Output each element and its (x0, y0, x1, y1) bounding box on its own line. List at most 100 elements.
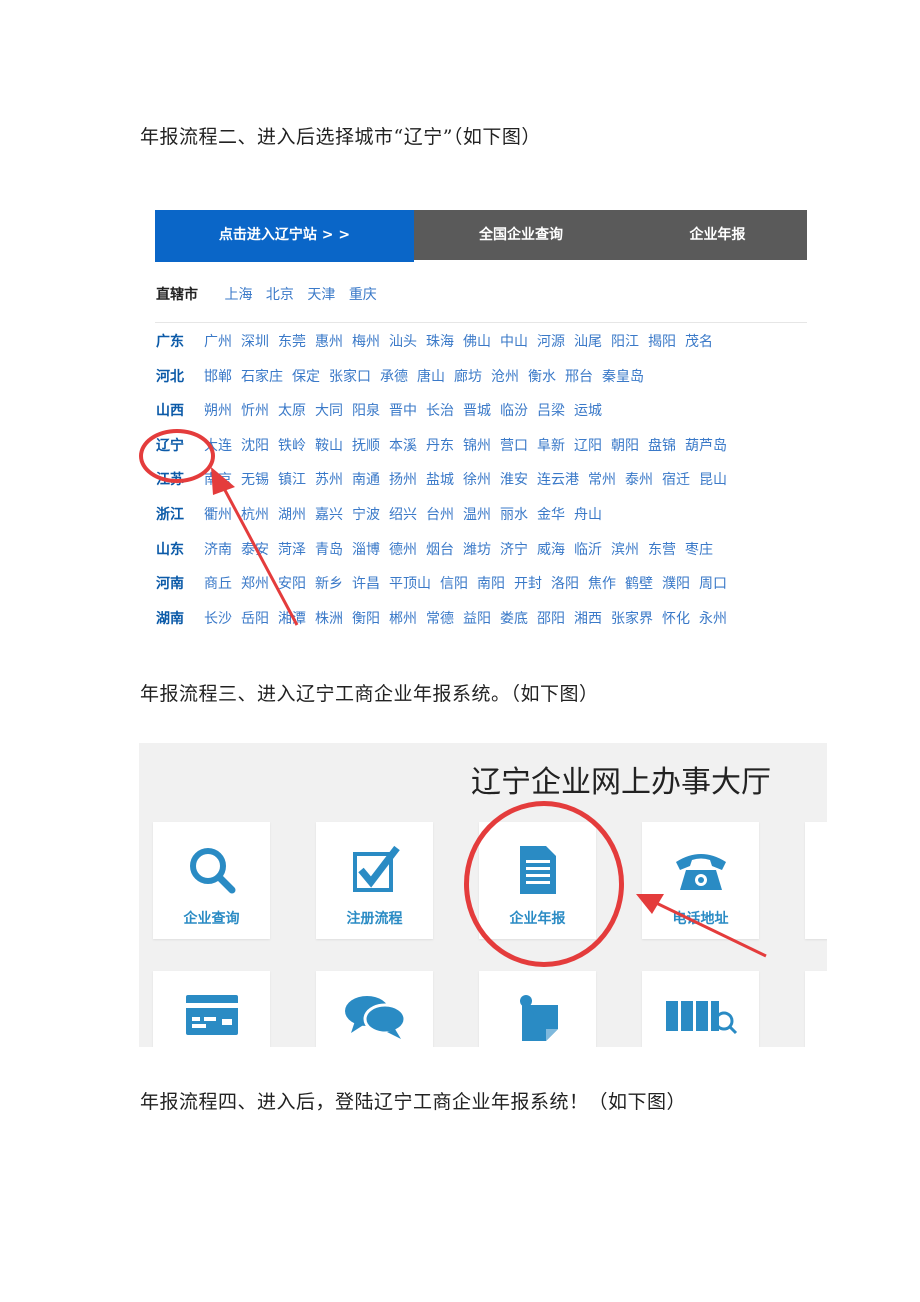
city-link[interactable]: 岳阳 (241, 611, 269, 627)
city-link[interactable]: 盐城 (426, 472, 454, 488)
city-link[interactable]: 泰州 (625, 472, 653, 488)
province-label[interactable]: 河北 (156, 367, 204, 387)
city-link[interactable]: 无锡 (241, 472, 269, 488)
city-link[interactable]: 常州 (588, 472, 616, 488)
city-link[interactable]: 营口 (500, 438, 528, 454)
partial-tile[interactable] (805, 822, 827, 939)
city-link[interactable]: 锦州 (463, 438, 491, 454)
city-link[interactable]: 廊坊 (454, 369, 482, 385)
city-link[interactable]: 益阳 (463, 611, 491, 627)
city-link[interactable]: 临汾 (500, 403, 528, 419)
city-link[interactable]: 长沙 (204, 611, 232, 627)
city-link[interactable]: 茂名 (685, 334, 713, 350)
city-link[interactable]: 衡水 (528, 369, 556, 385)
city-link[interactable]: 阳江 (611, 334, 639, 350)
city-link[interactable]: 长治 (426, 403, 454, 419)
enterprise-query-tile[interactable]: 企业查询 (153, 822, 270, 939)
city-link[interactable]: 常德 (426, 611, 454, 627)
city-link[interactable]: 信阳 (440, 576, 468, 592)
city-link[interactable]: 烟台 (426, 542, 454, 558)
city-link[interactable]: 绍兴 (389, 507, 417, 523)
city-link[interactable]: 河源 (537, 334, 565, 350)
city-link[interactable]: 临沂 (574, 542, 602, 558)
city-link[interactable]: 杭州 (241, 507, 269, 523)
city-link[interactable]: 邢台 (565, 369, 593, 385)
city-link[interactable]: 石家庄 (241, 369, 283, 385)
city-link[interactable]: 珠海 (426, 334, 454, 350)
city-link[interactable]: 重庆 (349, 287, 377, 303)
city-link[interactable]: 天津 (307, 287, 335, 303)
city-link[interactable]: 焦作 (588, 576, 616, 592)
city-link[interactable]: 淄博 (352, 542, 380, 558)
city-link[interactable]: 丽水 (500, 507, 528, 523)
city-link[interactable]: 广州 (204, 334, 232, 350)
city-link[interactable]: 温州 (463, 507, 491, 523)
city-link[interactable]: 舟山 (574, 507, 602, 523)
city-link[interactable]: 汕头 (389, 334, 417, 350)
city-link[interactable]: 晋中 (389, 403, 417, 419)
city-link[interactable]: 周口 (699, 576, 727, 592)
city-link[interactable]: 济宁 (500, 542, 528, 558)
city-link[interactable]: 枣庄 (685, 542, 713, 558)
city-link[interactable]: 菏泽 (278, 542, 306, 558)
city-link[interactable]: 镇江 (278, 472, 306, 488)
city-link[interactable]: 衢州 (204, 507, 232, 523)
city-link[interactable]: 张家口 (329, 369, 371, 385)
city-link[interactable]: 上海 (224, 287, 252, 303)
city-link[interactable]: 济南 (204, 542, 232, 558)
city-link[interactable]: 邵阳 (537, 611, 565, 627)
city-link[interactable]: 开封 (514, 576, 542, 592)
city-link[interactable]: 濮阳 (662, 576, 690, 592)
province-label[interactable]: 浙江 (156, 505, 204, 525)
city-link[interactable]: 吕梁 (537, 403, 565, 419)
city-link[interactable]: 嘉兴 (315, 507, 343, 523)
note-tile[interactable] (479, 971, 596, 1047)
city-link[interactable]: 南通 (352, 472, 380, 488)
city-link[interactable]: 威海 (537, 542, 565, 558)
city-link[interactable]: 东莞 (278, 334, 306, 350)
city-link[interactable]: 怀化 (662, 611, 690, 627)
city-link[interactable]: 揭阳 (648, 334, 676, 350)
city-link[interactable]: 沧州 (491, 369, 519, 385)
city-link[interactable]: 盘锦 (648, 438, 676, 454)
city-link[interactable]: 淮安 (500, 472, 528, 488)
city-link[interactable]: 衡阳 (352, 611, 380, 627)
city-link[interactable]: 鹤壁 (625, 576, 653, 592)
city-link[interactable]: 汕尾 (574, 334, 602, 350)
city-link[interactable]: 抚顺 (352, 438, 380, 454)
city-link[interactable]: 郑州 (241, 576, 269, 592)
city-link[interactable]: 南阳 (477, 576, 505, 592)
city-link[interactable]: 湘潭 (278, 611, 306, 627)
province-label[interactable]: 湖南 (156, 609, 204, 629)
city-link[interactable]: 昆山 (699, 472, 727, 488)
city-link[interactable]: 滨州 (611, 542, 639, 558)
city-link[interactable]: 娄底 (500, 611, 528, 627)
province-label[interactable]: 山东 (156, 540, 204, 560)
enter-liaoning-tab[interactable]: 点击进入辽宁站 > > (155, 210, 414, 262)
city-link[interactable]: 鞍山 (315, 438, 343, 454)
city-link[interactable]: 平顶山 (389, 576, 431, 592)
city-link[interactable]: 梅州 (352, 334, 380, 350)
city-link[interactable]: 辽阳 (574, 438, 602, 454)
city-link[interactable]: 太原 (278, 403, 306, 419)
chat-tile[interactable] (316, 971, 433, 1047)
city-link[interactable]: 株洲 (315, 611, 343, 627)
city-link[interactable]: 泰安 (241, 542, 269, 558)
city-link[interactable]: 中山 (500, 334, 528, 350)
city-link[interactable]: 本溪 (389, 438, 417, 454)
city-link[interactable]: 湘西 (574, 611, 602, 627)
city-link[interactable]: 永州 (699, 611, 727, 627)
city-link[interactable]: 阳泉 (352, 403, 380, 419)
annual-report-tab[interactable]: 企业年报 (628, 210, 807, 260)
city-link[interactable]: 保定 (292, 369, 320, 385)
city-link[interactable]: 湖州 (278, 507, 306, 523)
city-link[interactable]: 洛阳 (551, 576, 579, 592)
city-link[interactable]: 承德 (380, 369, 408, 385)
city-link[interactable]: 青岛 (315, 542, 343, 558)
city-link[interactable]: 深圳 (241, 334, 269, 350)
registration-process-tile[interactable]: 注册流程 (316, 822, 433, 939)
city-link[interactable]: 晋城 (463, 403, 491, 419)
partial-tile[interactable] (805, 971, 827, 1047)
city-link[interactable]: 德州 (389, 542, 417, 558)
city-link[interactable]: 惠州 (315, 334, 343, 350)
